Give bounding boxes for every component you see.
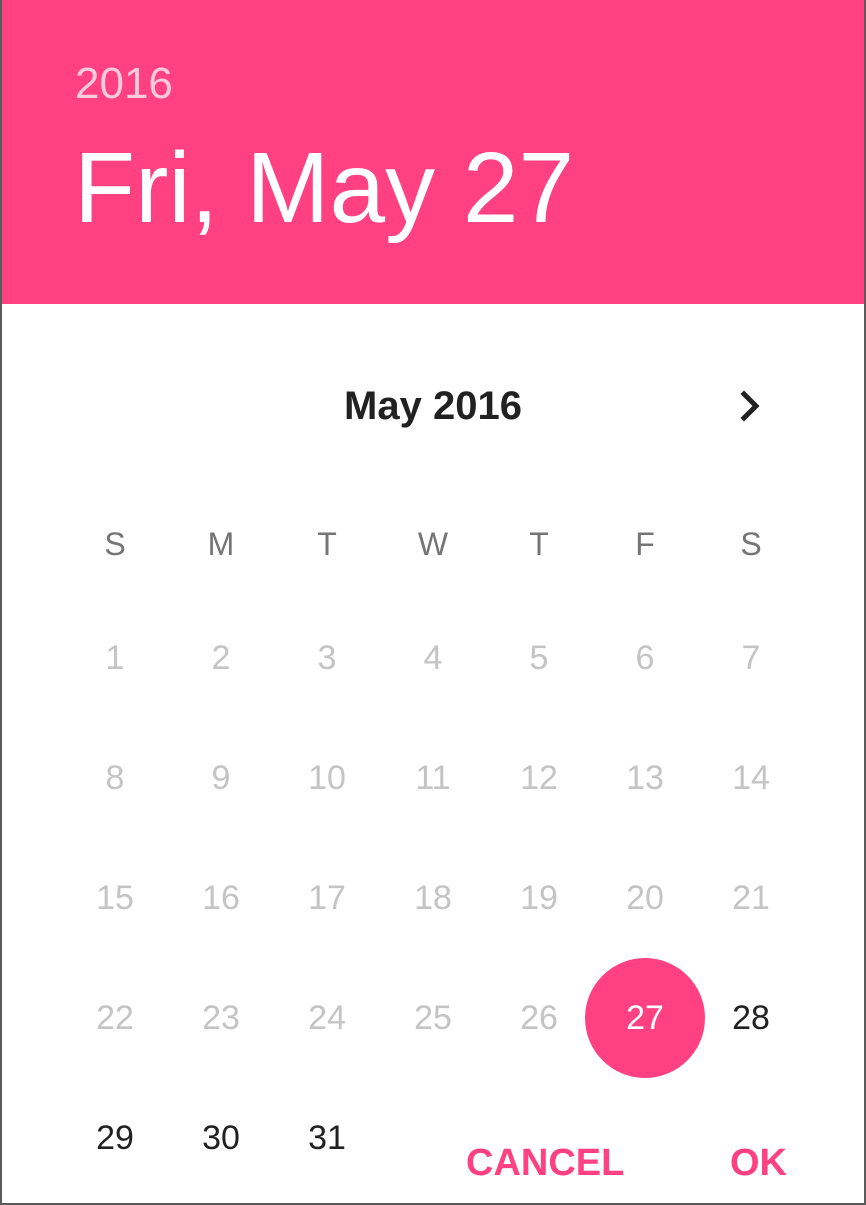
- day-number: 9: [211, 759, 231, 797]
- day-cell: 19: [486, 838, 592, 958]
- date-picker-header: 2016 Fri, May 27: [2, 0, 864, 304]
- day-number: 14: [732, 759, 770, 797]
- day-number: 1: [105, 639, 125, 677]
- day-number: 4: [423, 639, 443, 677]
- day-cell: 1: [62, 598, 168, 718]
- weekday-header: SMTWTFS: [62, 518, 804, 570]
- day-cell: 9: [168, 718, 274, 838]
- day-number: 25: [414, 999, 452, 1037]
- weekday-label: S: [104, 526, 126, 562]
- ok-button[interactable]: OK: [730, 1130, 787, 1196]
- day-grid: 1 2 3 4 5 6 7 8 9 10 11 12 13 14 15 16 17 18 19 20 21 22 23 24 2…: [62, 598, 804, 1198]
- day-cell: 4: [380, 598, 486, 718]
- day-number: 21: [732, 879, 770, 917]
- chevron-right-icon: [740, 390, 760, 422]
- day-cell: 18: [380, 838, 486, 958]
- day-cell: 10: [274, 718, 380, 838]
- day-cell: 22: [62, 958, 168, 1078]
- day-cell: 12: [486, 718, 592, 838]
- day-number: 6: [635, 639, 655, 677]
- day-cell: 5: [486, 598, 592, 718]
- day-number: 20: [626, 879, 664, 917]
- cancel-button[interactable]: CANCEL: [466, 1130, 624, 1196]
- day-number: 17: [308, 879, 346, 917]
- day-cell: 7: [698, 598, 804, 718]
- month-navigation: May 2016: [2, 370, 864, 442]
- day-cell: 14: [698, 718, 804, 838]
- day-number: 27: [626, 999, 664, 1037]
- day-number: 26: [520, 999, 558, 1037]
- day-number: 2: [211, 639, 231, 677]
- day-cell-selected[interactable]: 27: [585, 958, 705, 1078]
- weekday-label: W: [417, 526, 449, 562]
- header-selected-date[interactable]: Fri, May 27: [74, 128, 574, 248]
- day-cell[interactable]: 28: [698, 958, 804, 1078]
- header-year[interactable]: 2016: [75, 56, 173, 112]
- day-number: 18: [414, 879, 452, 917]
- weekday-label: F: [635, 526, 655, 562]
- weekday-label: M: [207, 526, 235, 562]
- day-number: 16: [202, 879, 240, 917]
- day-cell: 2: [168, 598, 274, 718]
- day-cell: 21: [698, 838, 804, 958]
- date-picker-dialog: 2016 Fri, May 27 May 2016 SMTWTFS 123456…: [2, 0, 864, 1203]
- day-cell: 20: [592, 838, 698, 958]
- day-number: 5: [529, 639, 549, 677]
- day-number: 8: [105, 759, 125, 797]
- day-number: 10: [308, 759, 346, 797]
- day-cell: 11: [380, 718, 486, 838]
- weekday-label: T: [529, 526, 549, 562]
- day-number: 13: [626, 759, 664, 797]
- day-number: 22: [96, 999, 134, 1037]
- weekday-label: S: [740, 526, 762, 562]
- dialog-actions: CANCEL OK: [2, 1130, 864, 1200]
- day-number: 19: [520, 879, 558, 917]
- day-cell: 26: [486, 958, 592, 1078]
- day-cell: 16: [168, 838, 274, 958]
- day-cell: 8: [62, 718, 168, 838]
- day-cell: 15: [62, 838, 168, 958]
- day-number: 23: [202, 999, 240, 1037]
- day-cell: 24: [274, 958, 380, 1078]
- weekday-label: T: [317, 526, 337, 562]
- day-cell: 3: [274, 598, 380, 718]
- day-cell: 17: [274, 838, 380, 958]
- day-number: 28: [732, 999, 770, 1037]
- day-cell: 23: [168, 958, 274, 1078]
- day-number: 24: [308, 999, 346, 1037]
- day-cell: 25: [380, 958, 486, 1078]
- next-month-button[interactable]: [718, 376, 778, 436]
- day-cell: 13: [592, 718, 698, 838]
- day-number: 3: [317, 639, 337, 677]
- day-number: 7: [741, 639, 761, 677]
- day-number: 15: [96, 879, 134, 917]
- day-number: 11: [415, 759, 451, 797]
- day-cell: 6: [592, 598, 698, 718]
- day-number: 12: [520, 759, 558, 797]
